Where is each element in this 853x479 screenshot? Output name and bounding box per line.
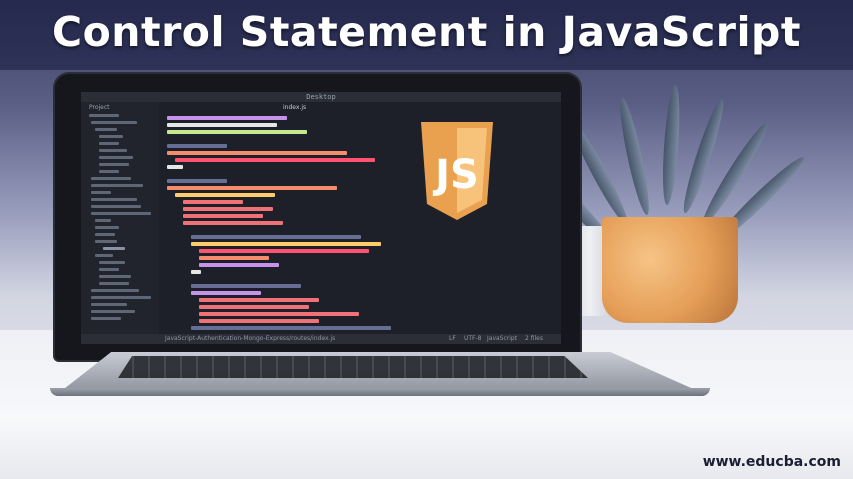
code-line [191, 270, 201, 274]
js-badge-text: JS [432, 152, 479, 198]
status-files[interactable]: 2 files [525, 334, 543, 344]
tree-item[interactable] [95, 254, 113, 257]
code-line [167, 123, 277, 127]
code-line [191, 284, 301, 288]
tree-item[interactable] [91, 303, 127, 306]
code-line [199, 319, 319, 323]
tree-item[interactable] [99, 149, 127, 152]
tree-item[interactable] [91, 177, 131, 180]
tree-item[interactable] [91, 184, 143, 187]
tree-item[interactable] [99, 135, 123, 138]
code-line [191, 235, 361, 239]
code-line [183, 200, 243, 204]
tree-item[interactable] [91, 310, 135, 313]
page-title: Control Statement in JavaScript [52, 8, 801, 56]
tree-item[interactable] [91, 212, 151, 215]
code-line [183, 207, 273, 211]
status-language[interactable]: JavaScript [487, 334, 517, 344]
sidebar-header: Project [89, 104, 110, 111]
code-line [167, 144, 227, 148]
project-sidebar: Project [81, 102, 159, 334]
tree-item[interactable] [99, 282, 129, 285]
code-editor[interactable]: index.js [161, 102, 561, 334]
tree-item[interactable] [99, 261, 125, 264]
tab-index-js[interactable]: index.js [283, 103, 306, 112]
tree-item[interactable] [95, 226, 119, 229]
code-line [167, 151, 347, 155]
editor-title-bar: Desktop [81, 92, 561, 102]
code-line [199, 305, 309, 309]
code-line [199, 298, 319, 302]
tree-item[interactable] [89, 114, 119, 117]
status-line-ending[interactable]: LF [449, 334, 456, 344]
hero-image: Desktop Project index.js JavaScript-Auth… [0, 0, 853, 479]
code-line [199, 249, 369, 253]
code-line [183, 214, 263, 218]
tree-item[interactable] [91, 121, 137, 124]
tree-item[interactable] [91, 289, 139, 292]
tree-item[interactable] [91, 191, 111, 194]
code-line [175, 158, 375, 162]
tree-item[interactable] [103, 247, 125, 250]
code-line [167, 186, 337, 190]
tree-item[interactable] [99, 170, 119, 173]
code-line [199, 256, 269, 260]
code-line [199, 312, 359, 316]
code-line [167, 130, 307, 134]
tree-item[interactable] [95, 240, 117, 243]
code-line [191, 291, 261, 295]
laptop-base-front [50, 388, 710, 396]
laptop-keyboard [118, 356, 588, 378]
code-line [167, 165, 183, 169]
tree-item[interactable] [99, 142, 119, 145]
code-line [199, 263, 279, 267]
site-watermark: www.educba.com [702, 454, 841, 470]
tree-item[interactable] [95, 219, 111, 222]
javascript-shield-icon: JS [421, 122, 493, 220]
editor-status-bar: JavaScript-Authentication-Mongo-Express/… [81, 334, 561, 344]
tree-item[interactable] [99, 268, 119, 271]
tree-item[interactable] [95, 233, 115, 236]
orange-pot [602, 217, 738, 323]
status-file-path[interactable]: JavaScript-Authentication-Mongo-Express/… [165, 334, 335, 344]
status-encoding[interactable]: UTF-8 [464, 334, 482, 344]
code-line [191, 242, 381, 246]
code-line [183, 221, 283, 225]
code-line [167, 179, 227, 183]
code-line [175, 193, 275, 197]
code-line [191, 326, 391, 330]
tree-item[interactable] [99, 275, 131, 278]
tree-item[interactable] [99, 156, 133, 159]
tree-item[interactable] [91, 296, 151, 299]
tree-item[interactable] [95, 128, 117, 131]
tree-item[interactable] [99, 163, 129, 166]
tree-item[interactable] [91, 317, 121, 320]
code-line [167, 116, 287, 120]
tree-item[interactable] [91, 205, 141, 208]
tree-item[interactable] [91, 198, 137, 201]
